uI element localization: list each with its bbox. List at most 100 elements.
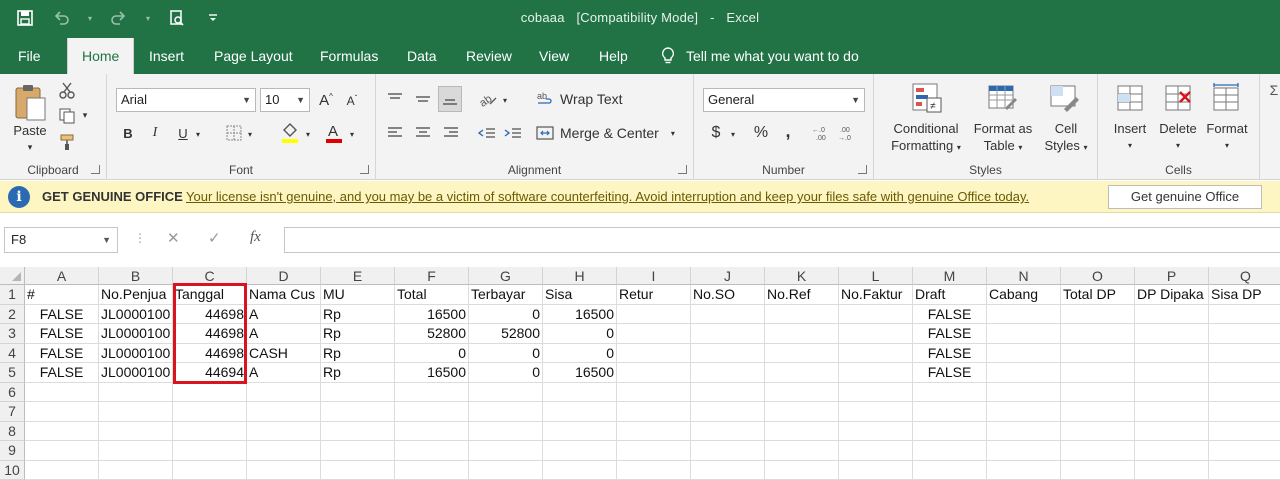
cell-o1[interactable]: Total DP: [1061, 285, 1135, 305]
cell-c5[interactable]: 44694: [173, 363, 247, 383]
cell-p6[interactable]: [1135, 382, 1209, 402]
align-top-icon[interactable]: [384, 88, 406, 110]
align-center-icon[interactable]: [412, 122, 434, 144]
cell-p7[interactable]: [1135, 402, 1209, 422]
row-header-6[interactable]: 6: [0, 382, 25, 402]
font-color-dropdown-icon[interactable]: ▾: [347, 124, 357, 144]
cell-q8[interactable]: [1209, 422, 1280, 441]
cell-a7[interactable]: [25, 402, 99, 422]
cell-c9[interactable]: [173, 441, 247, 461]
cell-e4[interactable]: Rp: [321, 343, 395, 363]
column-header-a[interactable]: A: [25, 267, 99, 285]
column-header-l[interactable]: L: [839, 267, 913, 285]
cell-q1[interactable]: Sisa DP: [1209, 285, 1280, 305]
comma-style-button[interactable]: ,: [780, 120, 796, 142]
cell-k1[interactable]: No.Ref: [765, 285, 839, 305]
cell-n2[interactable]: [987, 304, 1061, 324]
column-header-k[interactable]: K: [765, 267, 839, 285]
align-left-icon[interactable]: [384, 122, 406, 144]
cell-p9[interactable]: [1135, 441, 1209, 461]
cell-k7[interactable]: [765, 402, 839, 422]
align-middle-icon[interactable]: [412, 88, 434, 110]
get-genuine-office-button[interactable]: Get genuine Office: [1108, 185, 1262, 209]
cell-k10[interactable]: [765, 460, 839, 480]
column-header-n[interactable]: N: [987, 267, 1061, 285]
cell-j6[interactable]: [691, 382, 765, 402]
insert-cells-icon[interactable]: [1112, 80, 1148, 116]
format-as-table-button[interactable]: Format as Table ▾: [968, 120, 1038, 156]
orientation-icon[interactable]: ab: [476, 88, 500, 110]
cell-e7[interactable]: [321, 402, 395, 422]
tab-insert[interactable]: Insert: [135, 38, 198, 74]
alignment-launcher-icon[interactable]: [678, 165, 687, 174]
cell-g9[interactable]: [469, 441, 543, 461]
delete-cells-button[interactable]: Delete ▾: [1154, 120, 1202, 154]
cell-h7[interactable]: [543, 402, 617, 422]
cell-d2[interactable]: A: [247, 304, 321, 324]
editing-group-partial-icon[interactable]: Σ: [1268, 80, 1280, 100]
currency-dropdown-icon[interactable]: ▾: [728, 124, 738, 144]
column-header-q[interactable]: Q: [1209, 267, 1280, 285]
merge-center-button[interactable]: Merge & Center ▾: [536, 122, 686, 144]
cell-k5[interactable]: [765, 363, 839, 383]
insert-function-icon[interactable]: fx: [250, 229, 261, 246]
cell-d6[interactable]: [247, 382, 321, 402]
font-family-select[interactable]: Arial ▼: [116, 88, 256, 112]
cell-styles-button[interactable]: Cell Styles ▾: [1038, 120, 1094, 156]
cell-b10[interactable]: [99, 460, 173, 480]
cell-p2[interactable]: [1135, 304, 1209, 324]
underline-button[interactable]: U: [173, 122, 193, 144]
column-header-m[interactable]: M: [913, 267, 987, 285]
row-header-9[interactable]: 9: [0, 441, 25, 461]
cell-n1[interactable]: Cabang: [987, 285, 1061, 305]
cell-m5[interactable]: FALSE: [913, 363, 987, 383]
cell-a2[interactable]: FALSE: [25, 304, 99, 324]
cell-m2[interactable]: FALSE: [913, 304, 987, 324]
format-as-table-icon[interactable]: [984, 80, 1022, 116]
column-header-e[interactable]: E: [321, 267, 395, 285]
cell-b9[interactable]: [99, 441, 173, 461]
cell-k2[interactable]: [765, 304, 839, 324]
column-header-o[interactable]: O: [1061, 267, 1135, 285]
cell-n4[interactable]: [987, 343, 1061, 363]
cell-j1[interactable]: No.SO: [691, 285, 765, 305]
name-box[interactable]: F8 ▼: [4, 227, 118, 253]
cell-m6[interactable]: [913, 382, 987, 402]
cell-o7[interactable]: [1061, 402, 1135, 422]
tab-data[interactable]: Data: [393, 38, 451, 74]
cell-n5[interactable]: [987, 363, 1061, 383]
cell-a9[interactable]: [25, 441, 99, 461]
cell-n6[interactable]: [987, 382, 1061, 402]
cell-n10[interactable]: [987, 460, 1061, 480]
cell-a8[interactable]: [25, 421, 99, 441]
fill-color-dropdown-icon[interactable]: ▾: [303, 124, 313, 144]
cell-b3[interactable]: JL0000100: [99, 324, 173, 344]
cell-d7[interactable]: [247, 402, 321, 422]
bold-button[interactable]: B: [118, 122, 138, 144]
paste-button[interactable]: Paste: [8, 122, 52, 139]
cell-j7[interactable]: [691, 402, 765, 422]
delete-cells-icon[interactable]: [1160, 80, 1196, 116]
cell-c8[interactable]: [173, 421, 247, 441]
cell-d8[interactable]: [247, 421, 321, 441]
cell-g8[interactable]: [469, 421, 543, 441]
cell-n9[interactable]: [987, 441, 1061, 461]
borders-icon[interactable]: [223, 122, 245, 144]
row-header-1[interactable]: 1: [0, 285, 25, 305]
cell-f10[interactable]: [395, 460, 469, 480]
cell-f4[interactable]: 0: [395, 343, 469, 363]
cell-c3[interactable]: 44698: [173, 324, 247, 344]
cell-o8[interactable]: [1061, 421, 1135, 441]
cell-h10[interactable]: [543, 460, 617, 480]
cell-a3[interactable]: FALSE: [25, 324, 99, 344]
cell-q10[interactable]: [1209, 461, 1280, 480]
cell-c1[interactable]: Tanggal: [173, 285, 247, 305]
cell-h1[interactable]: Sisa: [543, 285, 617, 305]
cell-m10[interactable]: [913, 460, 987, 480]
cell-d10[interactable]: [247, 460, 321, 480]
wrap-text-button[interactable]: ab Wrap Text: [536, 88, 672, 110]
cell-f7[interactable]: [395, 402, 469, 422]
column-header-b[interactable]: B: [99, 267, 173, 285]
cell-b8[interactable]: [99, 421, 173, 441]
cell-f5[interactable]: 16500: [395, 363, 469, 383]
